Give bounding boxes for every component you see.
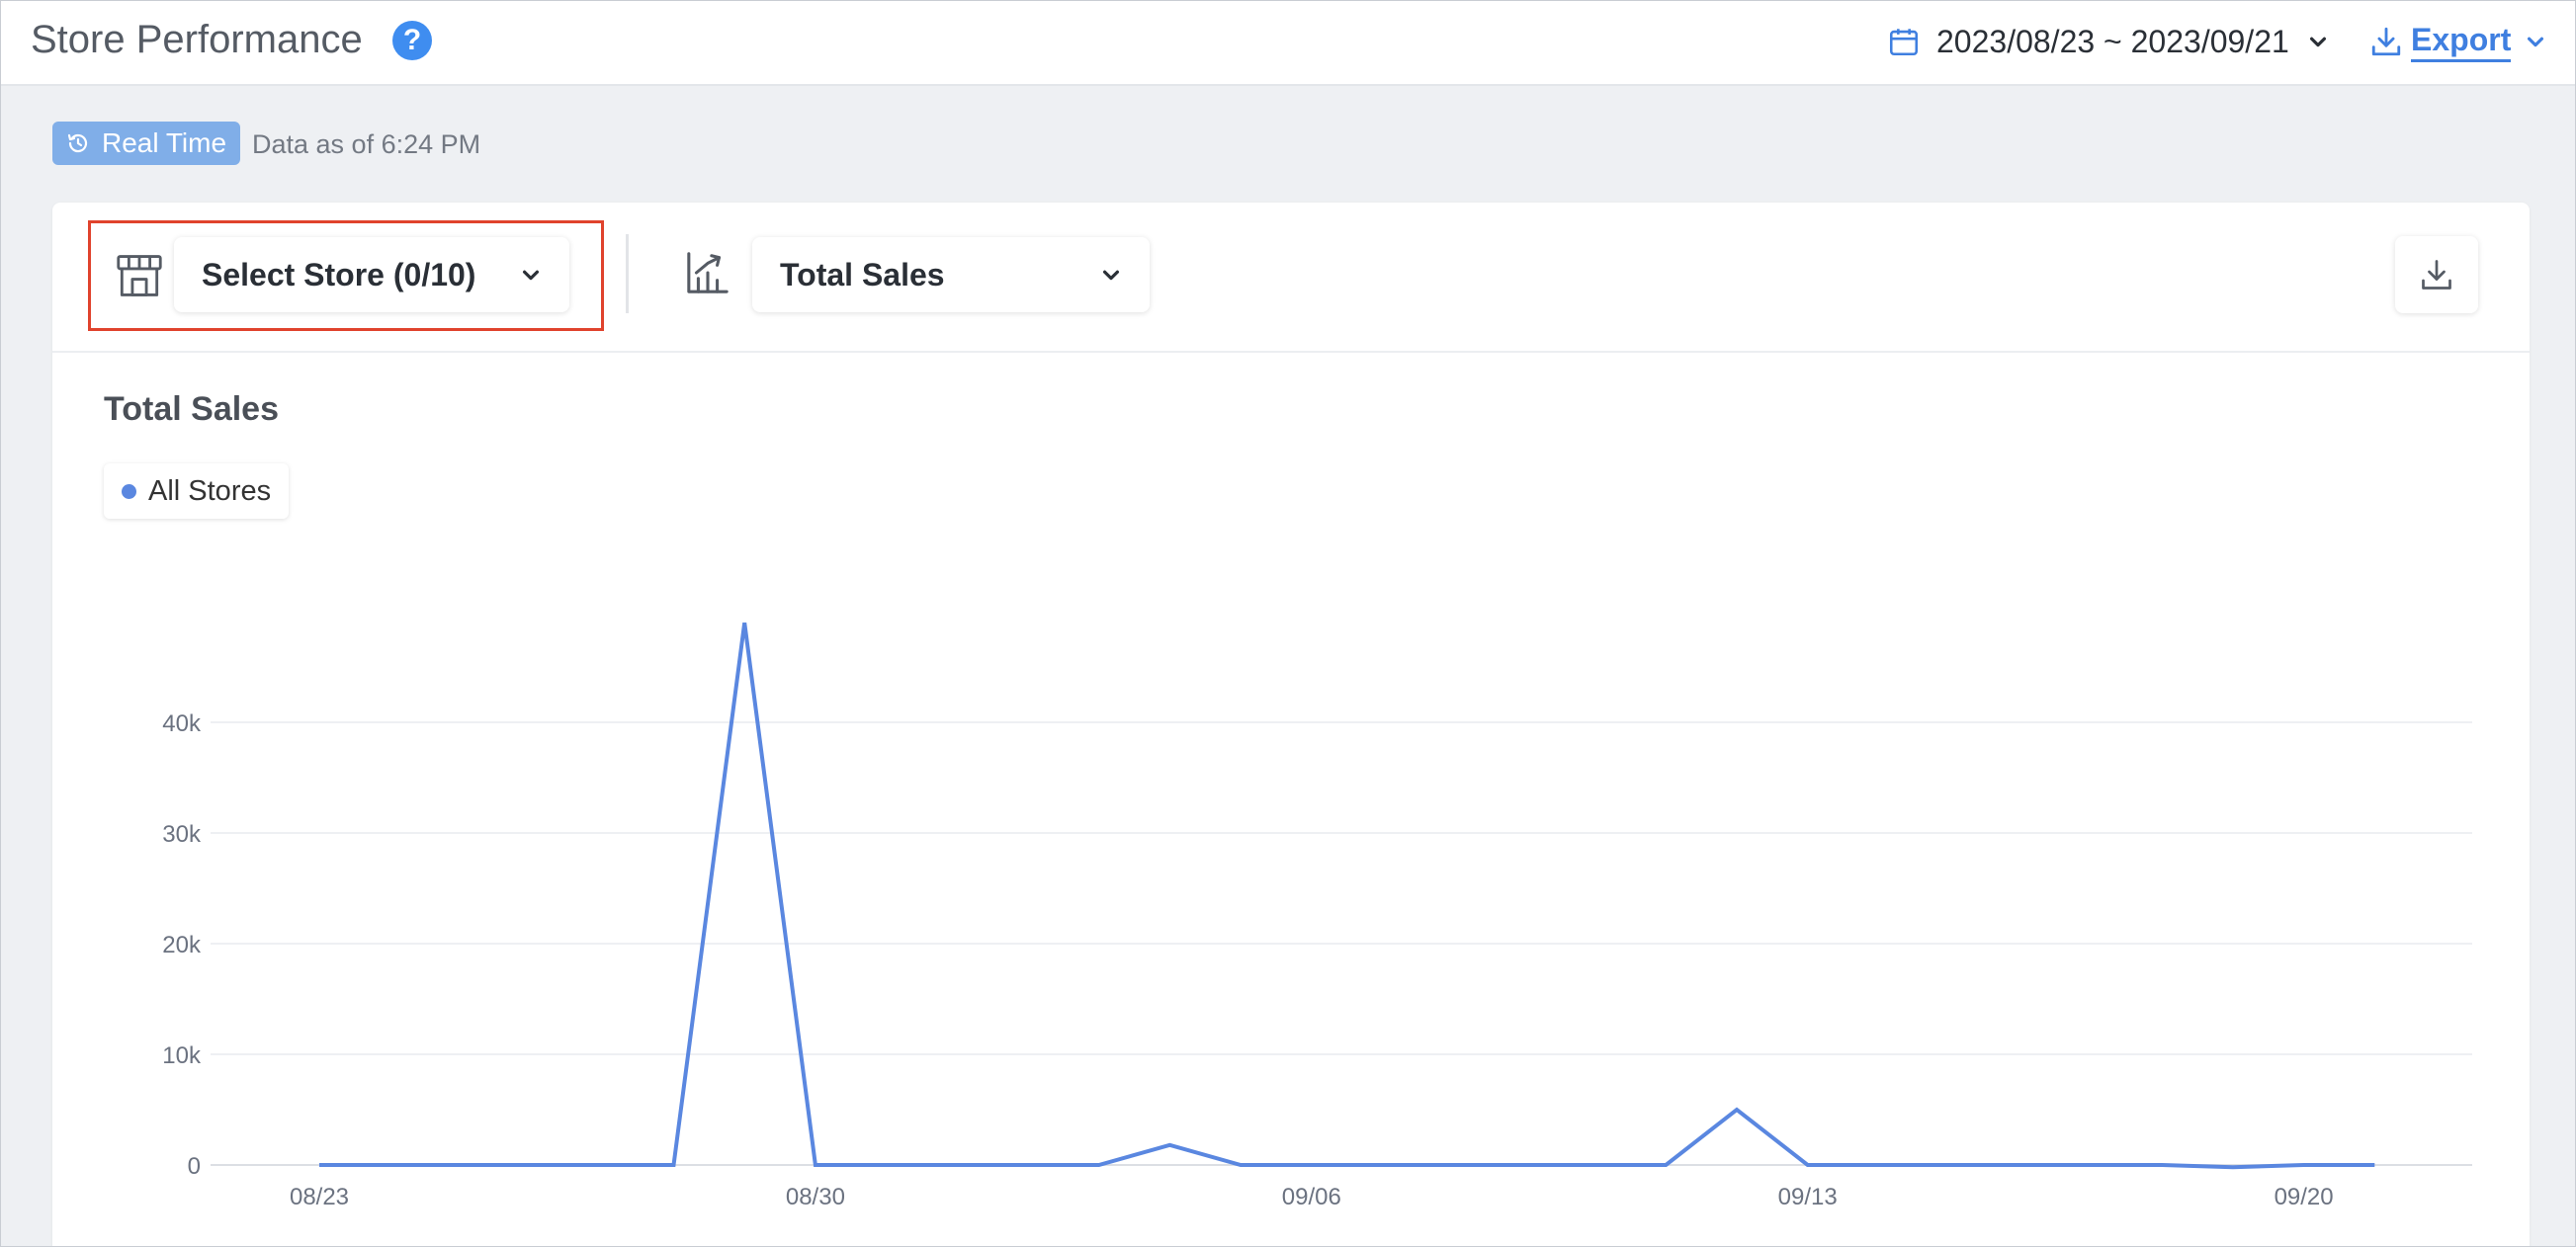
export-button[interactable]: Export [2369, 17, 2546, 66]
app-window: Store Performance ? 2023/08/23 ~ 2023/09… [0, 0, 2576, 1247]
x-tick-label: 09/13 [1778, 1184, 1838, 1210]
x-tick-label: 09/20 [2275, 1184, 2334, 1210]
data-timestamp: Data as of 6:24 PM [252, 129, 481, 159]
date-range-value: 2023/08/23 ~ 2023/09/21 [1936, 23, 2289, 59]
y-tick-label: 10k [162, 1042, 202, 1069]
x-tick-label: 08/30 [786, 1184, 845, 1210]
page-title: Store Performance [31, 18, 363, 61]
download-icon [2371, 27, 2401, 56]
date-range-picker[interactable]: 2023/08/23 ~ 2023/09/21 [1887, 19, 2329, 64]
x-tick-label: 09/06 [1282, 1184, 1341, 1210]
chart-card: Select Store (0/10) Total Sales Total Sa… [52, 203, 2530, 1246]
line-chart: 0 10k 20k 30k 40k 08/23 08/30 09/06 09/13 09/20 [162, 622, 2472, 1210]
series-line-all-stores [319, 622, 2375, 1170]
x-tick-label: 08/23 [290, 1184, 349, 1210]
real-time-badge: Real Time [52, 122, 241, 165]
real-time-label: Real Time [102, 127, 227, 158]
y-tick-label: 0 [188, 1153, 201, 1180]
y-tick-label: 20k [162, 932, 202, 958]
y-tick-label: 30k [162, 821, 202, 848]
page-header: Store Performance ? 2023/08/23 ~ 2023/09… [1, 1, 2575, 86]
export-label: Export [2411, 22, 2512, 62]
y-tick-label: 40k [162, 710, 202, 737]
question-circle-icon[interactable]: ? [392, 21, 432, 60]
chevron-down-icon [2309, 37, 2326, 47]
calendar-icon [1889, 29, 1919, 56]
chevron-down-icon [2528, 37, 2544, 47]
history-clock-icon [67, 133, 88, 153]
